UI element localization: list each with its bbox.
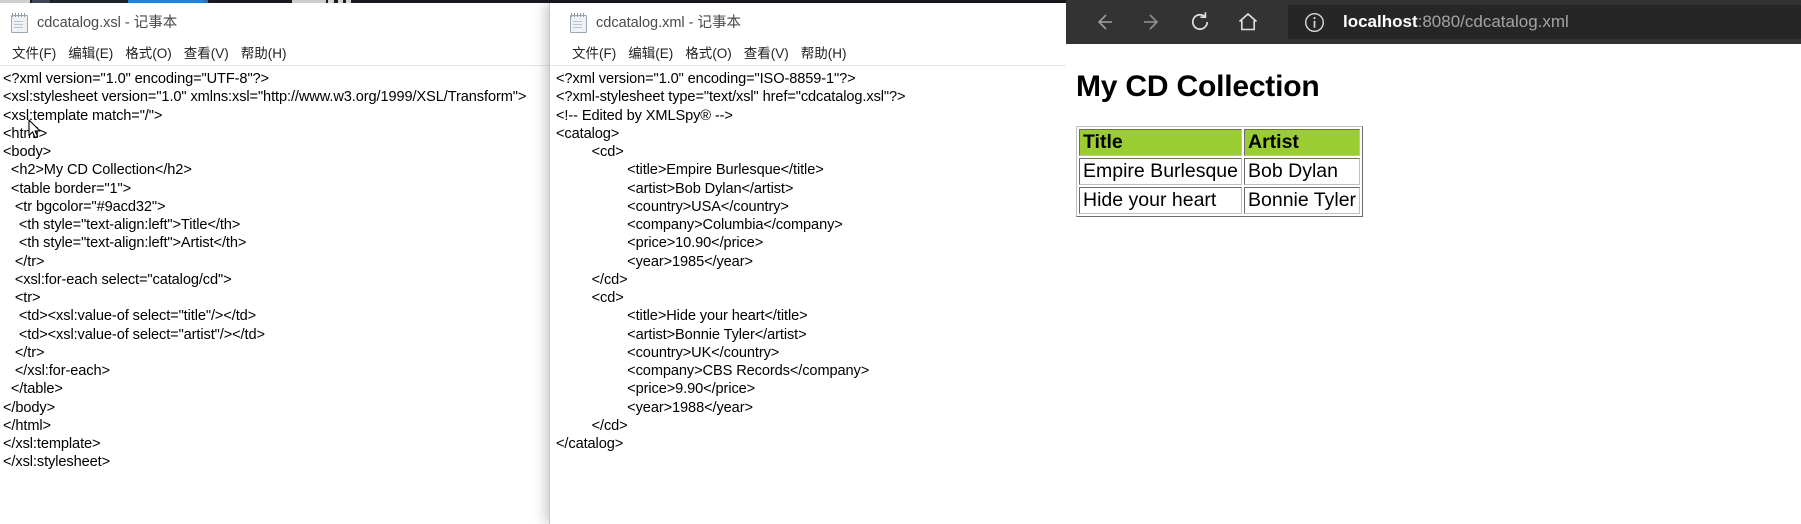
- cell-title: Hide your heart: [1079, 187, 1242, 214]
- address-bar-url[interactable]: localhost:8080/cdcatalog.xml: [1343, 12, 1569, 32]
- titlebar-cdcatalog-xml[interactable]: cdcatalog.xml - 记事本: [550, 3, 1066, 39]
- info-circle-icon[interactable]: [1304, 12, 1325, 33]
- browser-page-content: My CD Collection Title Artist Empire Bur…: [1066, 44, 1801, 524]
- forward-arrow-icon: [1144, 14, 1159, 30]
- home-button[interactable]: [1224, 2, 1272, 42]
- address-bar[interactable]: localhost:8080/cdcatalog.xml: [1288, 5, 1801, 39]
- refresh-button[interactable]: [1176, 2, 1224, 42]
- menubar-cdcatalog-xsl[interactable]: 文件(F) 编辑(E) 格式(O) 查看(V) 帮助(H): [0, 39, 551, 66]
- cd-collection-table: Title Artist Empire Burlesque Bob Dylan …: [1076, 126, 1364, 217]
- editor-text-cdcatalog-xml[interactable]: <?xml version="1.0" encoding="ISO-8859-1…: [556, 70, 1066, 453]
- table-header-row: Title Artist: [1079, 129, 1361, 156]
- back-button[interactable]: [1080, 2, 1128, 42]
- notepad-icon: [570, 12, 587, 33]
- table-row: Hide your heart Bonnie Tyler: [1079, 187, 1361, 214]
- menu-item-view[interactable]: 查看(V): [178, 40, 235, 64]
- menu-item-file[interactable]: 文件(F): [566, 40, 622, 64]
- notepad-window-cdcatalog-xsl[interactable]: cdcatalog.xsl - 记事本 文件(F) 编辑(E) 格式(O) 查看…: [0, 3, 552, 524]
- window-title: cdcatalog.xsl - 记事本: [37, 14, 178, 31]
- column-header-title: Title: [1079, 129, 1242, 156]
- refresh-icon: [1192, 12, 1209, 30]
- column-header-artist: Artist: [1244, 129, 1361, 156]
- menu-item-view[interactable]: 查看(V): [738, 40, 795, 64]
- editor-text-cdcatalog-xsl[interactable]: <?xml version="1.0" encoding="UTF-8"?> <…: [3, 70, 551, 472]
- notepad-icon: [11, 12, 28, 33]
- address-path: :8080/cdcatalog.xml: [1417, 12, 1569, 31]
- menu-item-file[interactable]: 文件(F): [6, 40, 62, 64]
- window-title: cdcatalog.xml - 记事本: [596, 14, 742, 31]
- menubar-cdcatalog-xml[interactable]: 文件(F) 编辑(E) 格式(O) 查看(V) 帮助(H): [550, 39, 1066, 66]
- menu-item-edit[interactable]: 编辑(E): [622, 40, 679, 64]
- home-icon: [1238, 12, 1258, 31]
- menu-item-format[interactable]: 格式(O): [679, 40, 738, 64]
- menu-item-edit[interactable]: 编辑(E): [62, 40, 119, 64]
- cell-artist: Bonnie Tyler: [1244, 187, 1361, 214]
- notepad-window-cdcatalog-xml[interactable]: cdcatalog.xml - 记事本 文件(F) 编辑(E) 格式(O) 查看…: [549, 3, 1067, 524]
- browser-window[interactable]: localhost:8080/cdcatalog.xml My CD Colle…: [1066, 0, 1801, 524]
- titlebar-cdcatalog-xsl[interactable]: cdcatalog.xsl - 记事本: [0, 3, 551, 39]
- menu-item-format[interactable]: 格式(O): [119, 40, 178, 64]
- cell-title: Empire Burlesque: [1079, 158, 1242, 185]
- editor-area-cdcatalog-xsl[interactable]: <?xml version="1.0" encoding="UTF-8"?> <…: [0, 66, 551, 472]
- browser-toolbar: localhost:8080/cdcatalog.xml: [1066, 0, 1801, 44]
- table-row: Empire Burlesque Bob Dylan: [1079, 158, 1361, 185]
- menu-item-help[interactable]: 帮助(H): [235, 40, 293, 64]
- menu-item-help[interactable]: 帮助(H): [795, 40, 853, 64]
- back-arrow-icon: [1097, 14, 1112, 30]
- page-heading: My CD Collection: [1076, 70, 1320, 103]
- cell-artist: Bob Dylan: [1244, 158, 1361, 185]
- forward-button[interactable]: [1128, 2, 1176, 42]
- address-host: localhost: [1343, 12, 1418, 31]
- editor-area-cdcatalog-xml[interactable]: <?xml version="1.0" encoding="ISO-8859-1…: [550, 66, 1066, 454]
